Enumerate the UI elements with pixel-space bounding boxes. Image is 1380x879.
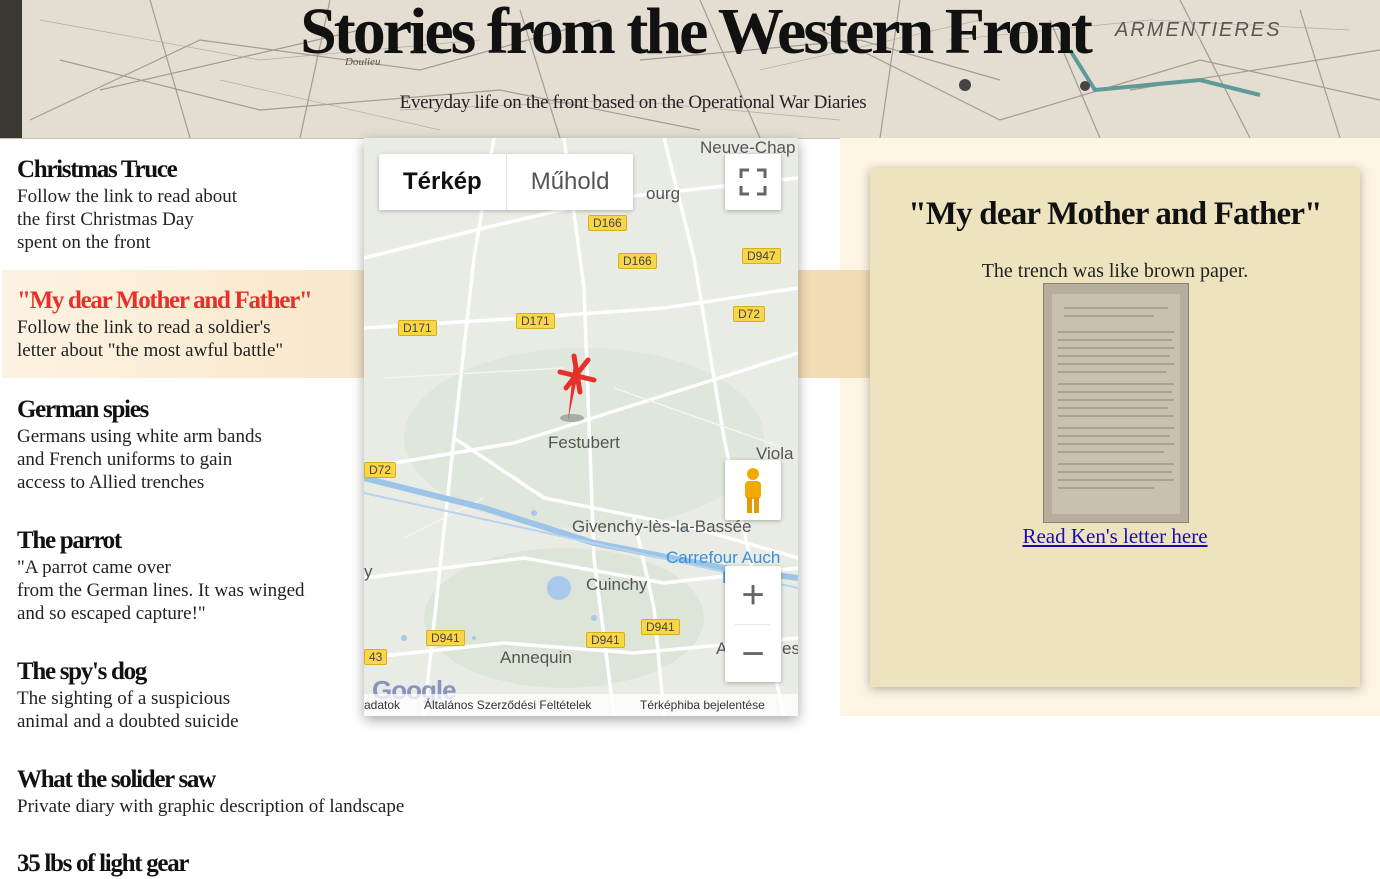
map-type-satellite-button[interactable]: Műhold [507,154,634,210]
story-description-line: The sighting of a suspicious [17,688,231,709]
story-description: Follow the link to read a soldier's lett… [0,316,367,362]
road-label: D171 [516,313,555,329]
story-description-line: access to Allied trenches [17,472,205,493]
road-label: D166 [618,253,657,269]
road-label: D72 [364,462,397,478]
map-report-link[interactable]: Térképhiba bejelentése [640,698,765,712]
road-label: D941 [426,630,465,646]
map-terms-link[interactable]: Általános Szerződési Feltételek [424,698,591,712]
story-description-line: Follow the link to read about [17,186,238,207]
story-item[interactable]: 35 lbs of light gear [0,849,600,879]
place-label: Annequin [500,648,572,667]
story-description: Germans using white arm bands and French… [0,425,367,494]
google-map[interactable]: D166 D166 D947 D171 D171 D72 D72 D941 D9… [364,138,798,716]
story-description-line: animal and a doubted suicide [17,711,239,732]
story-description-line: Private diary with graphic description o… [17,796,405,817]
story-description-line: the first Christmas Day [17,209,194,230]
story-title[interactable]: 35 lbs of light gear [0,849,600,879]
story-description-line: from the German lines. It was winged [17,580,305,601]
place-label: es [782,639,798,658]
story-detail-card: "My dear Mother and Father" The trench w… [870,168,1360,687]
zoom-out-button[interactable]: − [725,625,781,683]
street-view-button[interactable] [725,460,781,520]
place-label: Givenchy-lès-la-Bassée [572,517,752,536]
place-label: y [364,562,373,581]
zoom-in-button[interactable]: + [725,566,781,624]
map-type-control: Térkép Műhold [379,154,634,210]
road-label: D166 [588,215,627,231]
letter-thumbnail[interactable] [1043,283,1189,523]
story-description: Follow the link to read about the first … [0,185,367,254]
place-label: Cuinchy [586,575,648,594]
detail-quote: The trench was like brown paper. [981,260,1249,282]
road-label: 43 [364,649,388,665]
story-description-line: letter about "the most awful battle" [17,340,284,361]
story-title[interactable]: What the solider saw [0,765,600,795]
map-data-link[interactable]: adatok [364,698,400,712]
place-label: Carrefour Auch [666,548,781,567]
map-footer: adatok Általános Szerződési Feltételek T… [364,694,798,716]
detail-title: "My dear Mother and Father" [908,196,1322,232]
story-description-line: spent on the front [17,232,151,253]
road-label: D171 [398,320,437,336]
site-title: Stories from the Western Front [300,0,1093,68]
place-label: ourg [646,184,681,203]
story-description: The sighting of a suspicious animal and … [0,687,367,733]
story-item[interactable]: What the solider saw Private diary with … [0,765,600,818]
road-label: D941 [641,619,680,635]
fullscreen-icon [739,168,767,196]
story-description-line: Germans using white arm bands [17,426,262,447]
road-label: D947 [742,248,781,264]
site-subtitle: Everyday life on the front based on the … [399,92,867,113]
site-header: ARMENTIERES Doulieu Stories from the Wes… [0,0,1380,139]
story-description-line: and so escaped capture!" [17,603,206,624]
story-description: "A parrot came over from the German line… [0,556,367,625]
story-description: Private diary with graphic description o… [0,795,577,818]
pegman-icon [745,468,761,513]
road-label: D941 [586,632,625,648]
place-label: Festubert [548,433,620,452]
road-label: D72 [733,306,766,322]
letter-page-image [1044,284,1188,522]
story-description-line: Follow the link to read a soldier's [17,317,271,338]
story-description-line: "A parrot came over [17,557,171,578]
zoom-control: + − [725,566,781,682]
fullscreen-button[interactable] [725,154,781,210]
map-marker-icon[interactable] [554,352,604,426]
story-description-line: and French uniforms to gain [17,449,233,470]
map-type-map-button[interactable]: Térkép [379,154,507,210]
read-letter-link[interactable]: Read Ken's letter here [870,524,1360,549]
